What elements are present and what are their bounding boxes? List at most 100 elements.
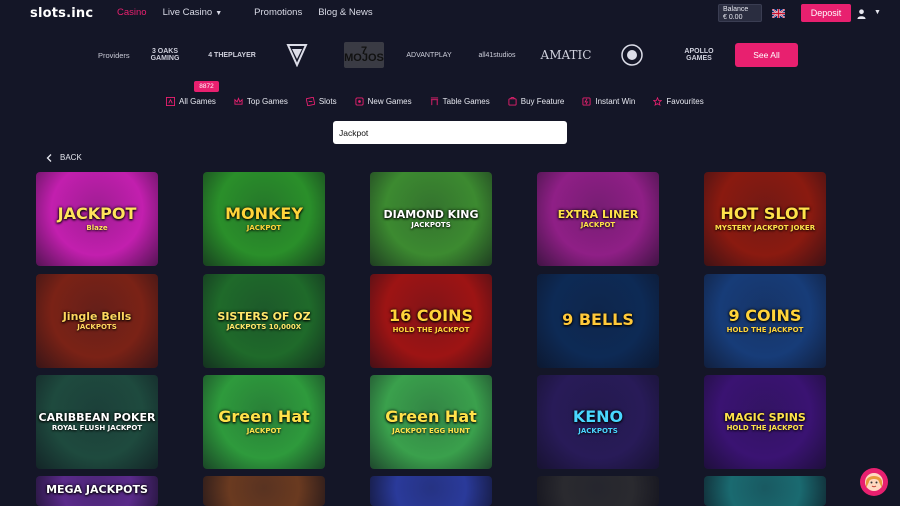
tab-all-games[interactable]: All Games bbox=[166, 96, 216, 106]
game-title: Jingle Bells bbox=[62, 309, 132, 323]
game-title-block: EXTRA LINER JACKPOT bbox=[558, 208, 639, 230]
game-title: 16 COINS bbox=[388, 305, 474, 325]
game-title: 9 BELLS bbox=[562, 309, 634, 329]
game-subtitle: MYSTERY JACKPOT JOKER bbox=[714, 223, 816, 232]
game-title-block: SISTERS OF OZ JACKPOTS 10,000X bbox=[217, 310, 310, 332]
game-title-block: JACKPOT Blaze bbox=[57, 203, 137, 232]
support-avatar-icon bbox=[865, 473, 883, 491]
game-title-block: KENO JACKPOTS bbox=[572, 406, 624, 435]
game-subtitle: HOLD THE JACKPOT bbox=[392, 325, 470, 334]
game-title: DIAMOND KING bbox=[383, 207, 479, 221]
game-title: HOT SLOT bbox=[720, 203, 810, 223]
nav-promotions[interactable]: Promotions bbox=[254, 7, 302, 18]
tab-slots[interactable]: Slots bbox=[305, 96, 337, 106]
chevron-down-icon: ▼ bbox=[215, 10, 223, 17]
game-title-block: CARIBBEAN POKER ROYAL FLUSH JACKPOT bbox=[39, 411, 156, 433]
game-title-block: MONKEY JACKPOT bbox=[225, 205, 303, 232]
game-tile[interactable]: EXTRA LINER JACKPOT bbox=[537, 172, 659, 266]
provider-emblem-icon bbox=[621, 44, 643, 66]
game-tile[interactable]: HOT SLOT MYSTERY JACKPOT JOKER bbox=[704, 172, 826, 266]
main-nav: Casino Live Casino ▼ Promotions Blog & Ne… bbox=[117, 7, 389, 18]
game-title-block: Jingle Bells JACKPOTS bbox=[62, 309, 132, 332]
sparkle-icon bbox=[355, 96, 364, 106]
nav-blog-news[interactable]: Blog & News bbox=[318, 7, 372, 18]
game-tile[interactable]: DIAMOND KING JACKPOTS bbox=[370, 172, 492, 266]
7777-gaming-logo-icon bbox=[286, 44, 308, 67]
game-tile[interactable]: MEGA JACKPOTS bbox=[36, 476, 158, 506]
game-tile[interactable]: MONKEY JACKPOT bbox=[203, 172, 325, 266]
game-subtitle: JACKPOT bbox=[246, 223, 282, 232]
game-tile[interactable] bbox=[537, 476, 659, 506]
tab-label: Instant Win bbox=[595, 96, 636, 106]
game-title: JACKPOT bbox=[57, 203, 137, 223]
tab-new-games[interactable]: New Games bbox=[355, 97, 412, 106]
game-title-block: 9 COINS HOLD THE JACKPOT bbox=[727, 307, 804, 334]
crown-icon bbox=[234, 96, 243, 105]
user-icon[interactable] bbox=[857, 9, 866, 19]
game-subtitle: JACKPOTS bbox=[77, 323, 117, 332]
game-title-block: Green Hat JACKPOT EGG HUNT bbox=[385, 408, 477, 435]
tab-label: Favourites bbox=[666, 96, 704, 106]
game-tile[interactable]: 16 COINS HOLD THE JACKPOT bbox=[370, 274, 492, 368]
game-tile[interactable]: SISTERS OF OZ JACKPOTS 10,000X bbox=[203, 274, 325, 368]
tab-table-games[interactable]: Table Games bbox=[430, 97, 490, 106]
game-title-block: DIAMOND KING JACKPOTS bbox=[383, 207, 479, 230]
game-tile[interactable]: MAGIC SPINS HOLD THE JACKPOT bbox=[704, 375, 826, 469]
all-games-icon bbox=[166, 96, 175, 106]
game-tile[interactable] bbox=[704, 476, 826, 506]
provider-advantplay[interactable]: ADVANTPLAY bbox=[406, 42, 451, 68]
chevron-down-icon[interactable]: ▼ bbox=[874, 9, 881, 16]
game-tile[interactable]: JACKPOT Blaze bbox=[36, 172, 158, 266]
nav-live-casino-label: Live Casino bbox=[162, 7, 213, 18]
game-title-block: 16 COINS HOLD THE JACKPOT bbox=[388, 305, 474, 334]
game-tile[interactable]: Green Hat JACKPOT bbox=[203, 375, 325, 469]
game-tile[interactable]: KENO JACKPOTS bbox=[537, 375, 659, 469]
game-title-block: Green Hat JACKPOT bbox=[218, 406, 310, 435]
game-title-block: 9 BELLS bbox=[562, 309, 634, 331]
uk-flag-icon[interactable] bbox=[772, 9, 785, 18]
provider-amatic[interactable]: AMATIC bbox=[538, 42, 594, 68]
tab-instant-win[interactable]: Instant Win bbox=[582, 97, 635, 106]
game-subtitle: JACKPOT bbox=[246, 426, 282, 435]
back-button[interactable]: BACK bbox=[46, 153, 82, 162]
providers-label: Providers bbox=[98, 51, 130, 60]
provider-3oaks[interactable]: 3 OAKS GAMING bbox=[144, 42, 186, 68]
game-tile[interactable] bbox=[203, 476, 325, 506]
see-all-providers-button[interactable]: See All bbox=[735, 43, 798, 67]
nav-live-casino[interactable]: Live Casino ▼ bbox=[163, 7, 239, 18]
game-title: Green Hat bbox=[218, 406, 310, 426]
game-tile[interactable]: Green Hat JACKPOT EGG HUNT bbox=[370, 375, 492, 469]
game-subtitle: HOLD THE JACKPOT bbox=[726, 424, 804, 433]
game-tile[interactable]: 9 COINS HOLD THE JACKPOT bbox=[704, 274, 826, 368]
slot-icon bbox=[305, 96, 315, 106]
tab-top-games[interactable]: Top Games bbox=[234, 97, 288, 106]
provider-4theplayer[interactable]: 4 THEPLAYER bbox=[208, 42, 256, 68]
tab-label: Table Games bbox=[442, 96, 490, 106]
game-tile[interactable]: 9 BELLS bbox=[537, 274, 659, 368]
tab-label: New Games bbox=[367, 96, 412, 106]
game-tile[interactable]: CARIBBEAN POKER ROYAL FLUSH JACKPOT bbox=[36, 375, 158, 469]
provider-apollo-games[interactable]: APOLLO GAMES bbox=[671, 42, 727, 68]
game-tile[interactable]: Jingle Bells JACKPOTS bbox=[36, 274, 158, 368]
nav-casino[interactable]: Casino bbox=[117, 7, 147, 18]
game-subtitle: JACKPOT EGG HUNT bbox=[392, 426, 470, 435]
provider-all41studios[interactable]: all41studios bbox=[474, 42, 520, 68]
deposit-button[interactable]: Deposit bbox=[801, 4, 851, 22]
all-games-count-badge: 8872 bbox=[194, 81, 219, 92]
site-logo[interactable]: slots.inc bbox=[30, 6, 93, 21]
tab-favourites[interactable]: Favourites bbox=[653, 96, 704, 106]
game-tile[interactable] bbox=[370, 476, 492, 506]
chat-support-button[interactable] bbox=[860, 468, 888, 496]
provider-7777gaming[interactable] bbox=[283, 42, 311, 68]
tab-label: Buy Feature bbox=[520, 96, 565, 106]
provider-7mojos[interactable]: 7 MOJOS bbox=[344, 42, 384, 68]
tab-buy-feature[interactable]: Buy Feature bbox=[508, 96, 565, 106]
game-title-block: MEGA JACKPOTS bbox=[46, 484, 148, 498]
tab-label: Slots bbox=[318, 96, 337, 106]
game-title: KENO bbox=[572, 406, 624, 426]
balance-box[interactable]: Balance € 0.00 bbox=[718, 4, 762, 22]
search-input[interactable] bbox=[333, 121, 567, 144]
cart-icon bbox=[508, 96, 517, 106]
top-bar: slots.inc Casino Live Casino ▼ Promotions… bbox=[0, 0, 900, 26]
provider-emblem[interactable] bbox=[616, 42, 648, 68]
